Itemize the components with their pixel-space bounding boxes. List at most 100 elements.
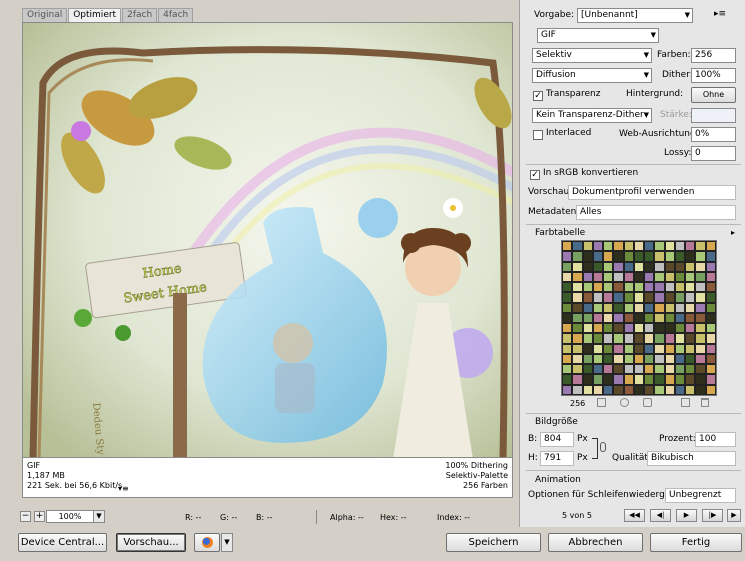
color-swatch[interactable] [654, 312, 665, 324]
color-swatch[interactable] [705, 384, 716, 395]
previous-frame-button[interactable]: ◀| [650, 509, 671, 522]
color-swatch[interactable] [644, 271, 655, 283]
color-swatch[interactable] [572, 323, 583, 334]
color-swatch[interactable] [562, 374, 573, 385]
color-swatch[interactable] [633, 312, 645, 324]
color-swatch[interactable] [674, 333, 686, 344]
color-swatch[interactable] [685, 364, 696, 375]
color-swatch[interactable] [582, 312, 593, 324]
color-swatch[interactable] [674, 353, 686, 365]
color-swatch[interactable] [644, 302, 655, 313]
color-swatch[interactable] [674, 261, 686, 272]
trash-icon[interactable] [701, 398, 709, 407]
color-swatch[interactable] [654, 384, 665, 395]
color-swatch[interactable] [633, 302, 645, 313]
color-swatch[interactable] [613, 292, 624, 303]
color-swatch[interactable] [644, 282, 655, 293]
color-swatch[interactable] [572, 333, 583, 344]
color-swatch[interactable] [695, 261, 706, 272]
color-swatch[interactable] [582, 261, 593, 272]
color-swatch[interactable] [674, 312, 686, 324]
color-swatch[interactable] [695, 312, 706, 324]
color-swatch[interactable] [654, 323, 665, 334]
color-swatch[interactable] [633, 353, 645, 365]
color-swatch[interactable] [633, 261, 645, 272]
color-swatch[interactable] [644, 333, 655, 344]
color-swatch[interactable] [623, 241, 634, 252]
color-swatch[interactable] [664, 333, 675, 344]
color-swatch[interactable] [695, 374, 706, 385]
color-swatch[interactable] [664, 261, 675, 272]
color-swatch[interactable] [705, 353, 716, 365]
color-swatch[interactable] [613, 282, 624, 293]
color-swatch[interactable] [633, 384, 645, 395]
color-swatch[interactable] [623, 333, 634, 344]
color-swatch[interactable] [582, 251, 593, 262]
color-swatch[interactable] [685, 343, 696, 354]
color-swatch[interactable] [664, 292, 675, 303]
color-swatch[interactable] [623, 323, 634, 334]
zoom-dropdown-icon[interactable]: ▼ [93, 510, 105, 523]
color-swatch[interactable] [644, 343, 655, 354]
width-field[interactable]: 804 [540, 432, 574, 447]
color-swatch[interactable] [572, 282, 583, 293]
web-snap-field[interactable]: 0% [691, 127, 736, 142]
color-swatch[interactable] [654, 353, 665, 365]
map-to-web-icon[interactable] [597, 398, 606, 407]
color-swatch[interactable] [664, 282, 675, 293]
new-color-icon[interactable] [681, 398, 690, 407]
color-swatch[interactable] [685, 374, 696, 385]
color-swatch[interactable] [582, 333, 593, 344]
color-swatch[interactable] [572, 292, 583, 303]
color-swatch[interactable] [613, 343, 624, 354]
color-swatch[interactable] [633, 241, 645, 252]
color-swatch[interactable] [613, 384, 624, 395]
color-swatch[interactable] [572, 312, 583, 324]
color-swatch[interactable] [592, 241, 604, 252]
color-swatch[interactable] [623, 312, 634, 324]
srgb-checkbox[interactable]: ✓ [530, 170, 540, 180]
color-swatch[interactable] [685, 384, 696, 395]
color-swatch[interactable] [695, 241, 706, 252]
dither-field[interactable]: 100% [691, 68, 736, 83]
color-swatch[interactable] [572, 343, 583, 354]
color-swatch[interactable] [674, 271, 686, 283]
transparency-dither-select[interactable]: Kein Transparenz-Dither ▼ [532, 108, 652, 123]
color-swatch[interactable] [562, 312, 573, 324]
color-swatch[interactable] [613, 251, 624, 262]
color-swatch[interactable] [613, 333, 624, 344]
color-swatch[interactable] [674, 374, 686, 385]
color-swatch[interactable] [613, 374, 624, 385]
color-swatch[interactable] [705, 302, 716, 313]
color-swatch[interactable] [582, 282, 593, 293]
color-swatch[interactable] [603, 374, 614, 385]
color-swatch[interactable] [623, 271, 634, 283]
color-swatch[interactable] [705, 364, 716, 375]
color-swatch[interactable] [592, 302, 604, 313]
color-swatch[interactable] [592, 384, 604, 395]
preset-select[interactable]: [Unbenannt] ▼ [577, 8, 693, 23]
tab-optimized[interactable]: Optimiert [68, 8, 122, 23]
color-swatch[interactable] [654, 302, 665, 313]
height-field[interactable]: 791 [540, 451, 574, 466]
color-swatch[interactable] [685, 302, 696, 313]
color-swatch[interactable] [695, 384, 706, 395]
color-swatch[interactable] [695, 302, 706, 313]
color-swatch[interactable] [572, 251, 583, 262]
tab-original[interactable]: Original [22, 8, 68, 22]
play-button[interactable]: ▶ [676, 509, 697, 522]
color-swatch[interactable] [623, 364, 634, 375]
color-swatch[interactable] [705, 343, 716, 354]
color-swatch[interactable] [603, 261, 614, 272]
color-swatch[interactable] [633, 343, 645, 354]
color-swatch[interactable] [592, 343, 604, 354]
color-swatch[interactable] [603, 302, 614, 313]
color-swatch[interactable] [613, 302, 624, 313]
color-swatch[interactable] [592, 374, 604, 385]
panel-menu-icon[interactable]: ▸≡ [714, 9, 726, 19]
color-swatch[interactable] [613, 323, 624, 334]
color-swatch[interactable] [562, 323, 573, 334]
color-swatch[interactable] [695, 343, 706, 354]
color-swatch[interactable] [603, 282, 614, 293]
color-swatch[interactable] [572, 364, 583, 375]
